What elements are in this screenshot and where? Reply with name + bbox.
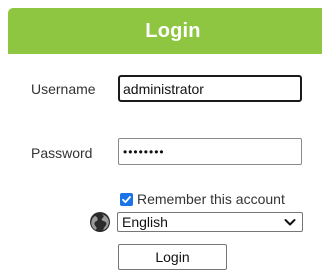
password-label: Password — [31, 145, 93, 161]
language-select[interactable]: English — [117, 212, 303, 232]
language-selected-value: English — [122, 214, 168, 230]
login-header: Login — [8, 8, 322, 54]
remember-account-checkbox-row[interactable]: Remember this account — [120, 191, 285, 207]
remember-label: Remember this account — [137, 191, 285, 207]
page-title: Login — [145, 19, 201, 42]
remember-checkbox[interactable] — [120, 192, 133, 206]
password-input[interactable]: •••••••• — [118, 138, 302, 165]
username-label: Username — [31, 81, 96, 97]
password-mask: •••••••• — [123, 144, 165, 159]
checkmark-icon — [122, 195, 131, 203]
login-button[interactable]: Login — [118, 244, 227, 270]
chevron-down-icon — [284, 219, 296, 226]
globe-icon — [90, 212, 110, 232]
username-input[interactable] — [118, 75, 302, 102]
